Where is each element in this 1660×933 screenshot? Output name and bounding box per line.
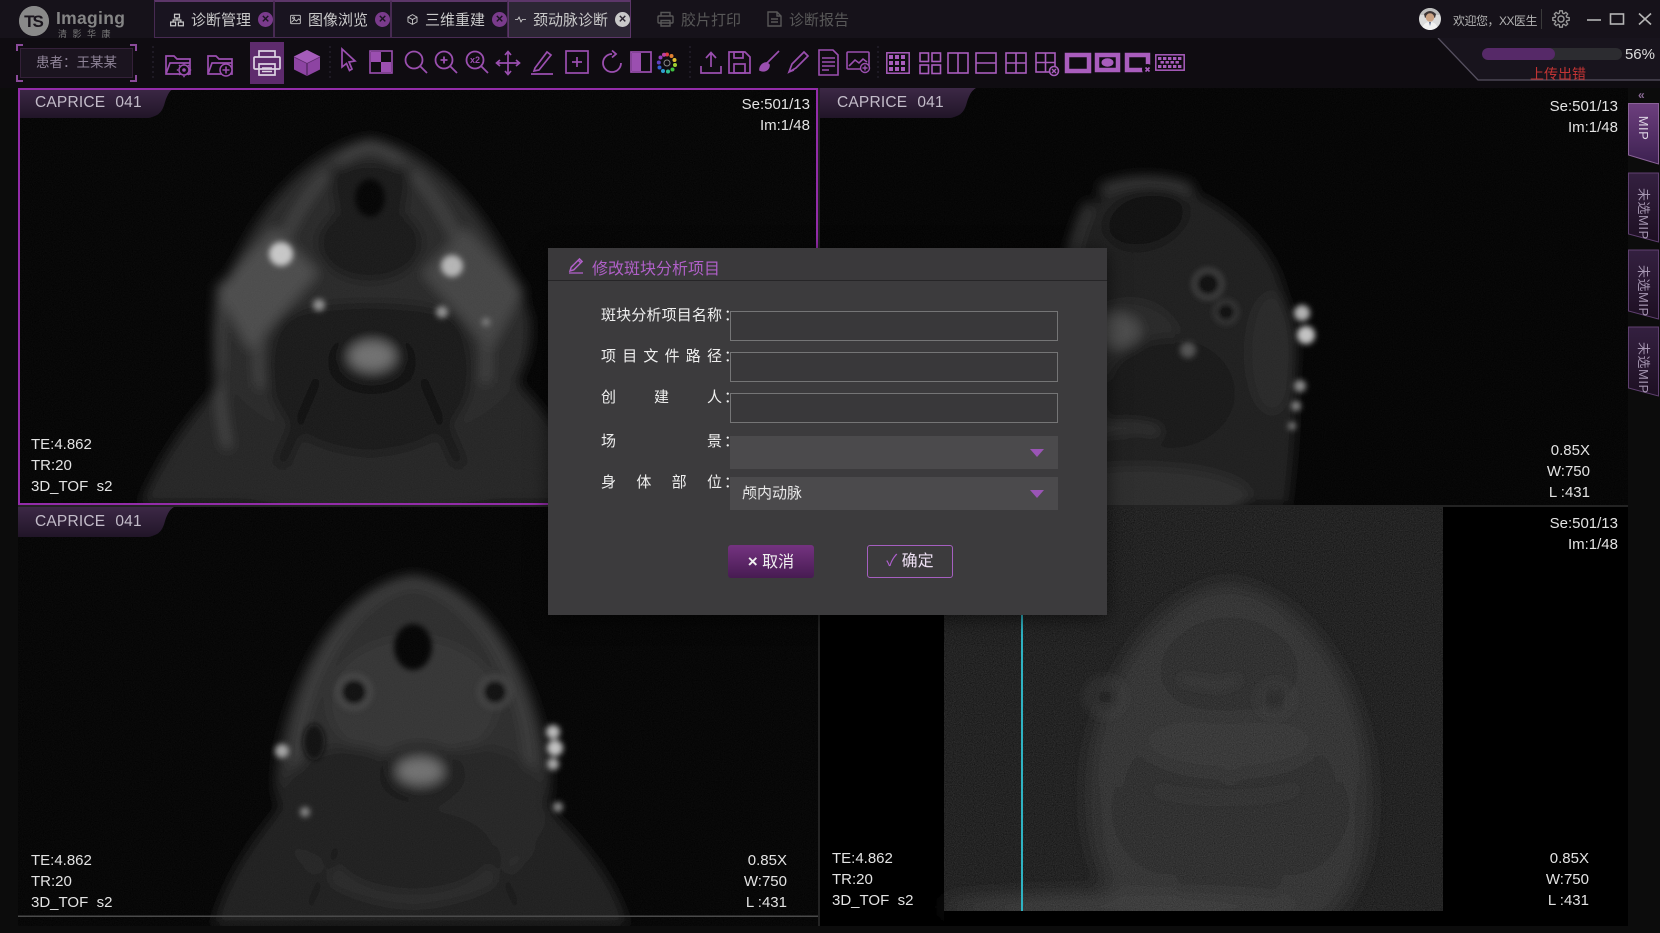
svg-text:x2: x2	[470, 55, 480, 65]
svg-text:TS: TS	[24, 12, 43, 31]
